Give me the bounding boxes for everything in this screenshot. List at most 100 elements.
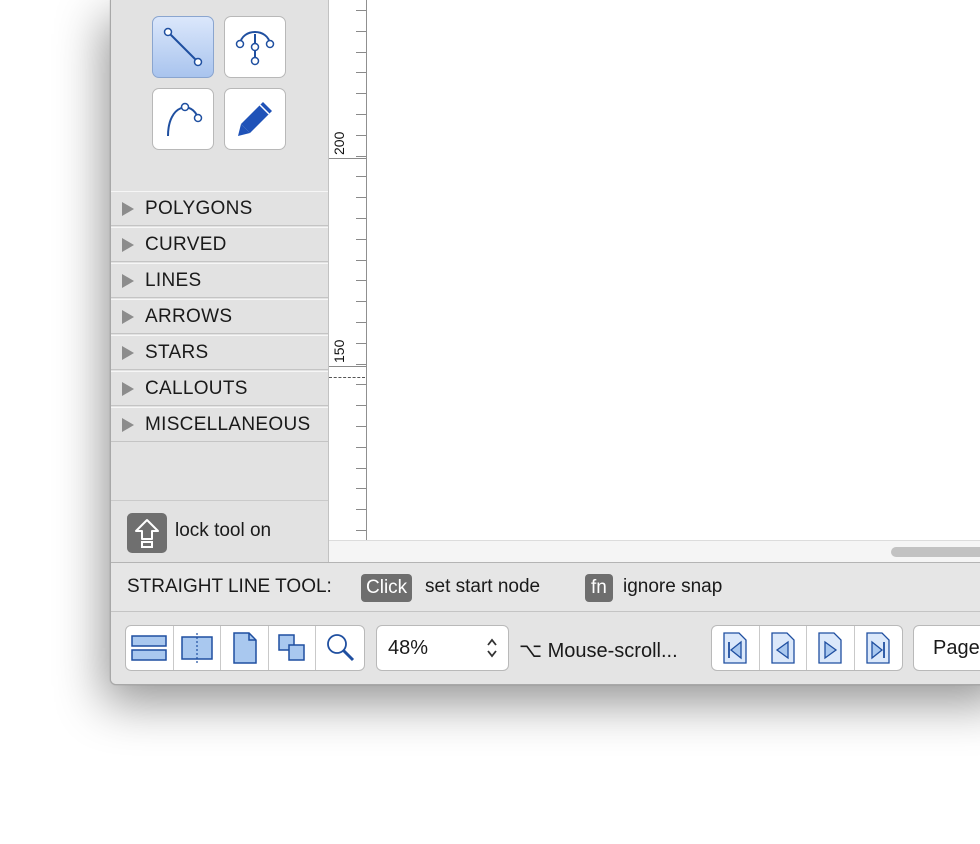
curve-tool-button[interactable] — [152, 88, 214, 150]
ruler-tick — [356, 135, 366, 136]
ruler-label: 200 — [331, 131, 347, 155]
overlap-pages-button[interactable] — [269, 626, 317, 670]
ruler-tick — [356, 239, 366, 240]
page-selector[interactable]: Page — [913, 625, 980, 671]
category-arrows[interactable]: ARROWS — [111, 299, 328, 334]
ruler-tick — [356, 468, 366, 469]
ruler-tick — [356, 488, 366, 489]
ruler-tick — [356, 509, 366, 510]
page-icon — [232, 632, 257, 664]
single-page-view-icon — [131, 635, 168, 661]
ruler-tick — [356, 52, 366, 53]
ruler-tick — [356, 176, 366, 177]
magnifier-icon — [327, 634, 355, 662]
straight-line-icon — [163, 27, 203, 67]
page-label: Page — [933, 637, 980, 659]
cursor-guide-line — [329, 377, 365, 378]
shift-key-icon — [127, 513, 167, 553]
ruler-tick — [356, 447, 366, 448]
page-view-button[interactable] — [221, 626, 269, 670]
bezier-node-tool-button[interactable] — [224, 16, 286, 78]
ruler-tick — [356, 93, 366, 94]
disclosure-triangle-icon — [122, 381, 134, 396]
category-callouts[interactable]: CALLOUTS — [111, 371, 328, 406]
last-page-button[interactable] — [855, 626, 902, 670]
category-label: STARS — [145, 341, 209, 363]
ruler-tick — [356, 301, 366, 302]
pencil-icon — [238, 102, 272, 136]
drawing-canvas[interactable] — [367, 0, 980, 540]
lock-tool-toggle[interactable]: lock tool on — [111, 500, 328, 562]
page-navigation-control — [711, 625, 903, 671]
fn-action-text: ignore snap — [623, 576, 723, 597]
lock-tool-label: lock tool on — [175, 520, 272, 541]
category-label: CALLOUTS — [145, 377, 248, 399]
mouse-scroll-hint: ⌥ Mouse-scroll... — [519, 640, 678, 662]
ruler-tick — [356, 343, 366, 344]
category-miscellaneous[interactable]: MISCELLANEOUS — [111, 407, 328, 442]
category-label: LINES — [145, 269, 202, 291]
ruler-tick — [356, 156, 366, 157]
ruler-major-tick — [329, 366, 366, 367]
magnifier-button[interactable] — [316, 626, 364, 670]
two-page-view-button[interactable] — [174, 626, 222, 670]
curve-icon — [167, 102, 203, 137]
two-page-view-icon — [181, 633, 213, 663]
category-label: ARROWS — [145, 305, 233, 327]
horizontal-scrollbar[interactable] — [329, 540, 980, 563]
category-curved[interactable]: CURVED — [111, 227, 328, 262]
straight-line-tool-button[interactable] — [152, 16, 214, 78]
single-page-view-button[interactable] — [126, 626, 174, 670]
fn-keycap: fn — [585, 574, 613, 602]
ruler-tick — [356, 72, 366, 73]
disclosure-triangle-icon — [122, 345, 134, 360]
click-action-text: set start node — [425, 576, 541, 597]
tools-sidebar: POLYGONS CURVED LINES ARROWS STARS CALLO… — [111, 0, 329, 562]
ruler-label: 150 — [331, 339, 347, 363]
category-polygons[interactable]: POLYGONS — [111, 191, 328, 226]
disclosure-triangle-icon — [122, 417, 134, 432]
click-keycap: Click — [361, 574, 413, 602]
first-page-button[interactable] — [712, 626, 760, 670]
category-lines[interactable]: LINES — [111, 263, 328, 298]
first-page-icon — [723, 632, 747, 664]
ruler-tick — [356, 260, 366, 261]
overlap-pages-icon — [278, 634, 305, 661]
category-label: MISCELLANEOUS — [145, 413, 311, 435]
ruler-tick — [356, 197, 366, 198]
category-stars[interactable]: STARS — [111, 335, 328, 370]
next-page-button[interactable] — [807, 626, 855, 670]
zoom-level-stepper[interactable]: 48% — [376, 625, 509, 671]
tool-name: STRAIGHT LINE TOOL: — [127, 576, 332, 597]
vertical-ruler: 200 150 — [329, 0, 367, 540]
category-label: CURVED — [145, 233, 227, 255]
scrollbar-thumb[interactable] — [891, 547, 980, 557]
ruler-tick — [356, 218, 366, 219]
disclosure-triangle-icon — [122, 201, 134, 216]
previous-page-icon — [771, 632, 795, 664]
last-page-icon — [866, 632, 890, 664]
next-page-icon — [818, 632, 842, 664]
app-window: POLYGONS CURVED LINES ARROWS STARS CALLO… — [110, 0, 980, 685]
stepper-arrows-icon[interactable] — [486, 636, 498, 660]
previous-page-button[interactable] — [760, 626, 807, 670]
pencil-tool-button[interactable] — [224, 88, 286, 150]
ruler-tick — [356, 280, 366, 281]
zoom-value: 48% — [388, 637, 429, 659]
ruler-tick — [356, 31, 366, 32]
ruler-tick — [356, 322, 366, 323]
disclosure-triangle-icon — [122, 237, 134, 252]
ruler-tick — [356, 384, 366, 385]
disclosure-triangle-icon — [122, 273, 134, 288]
bezier-node-icon — [235, 31, 275, 66]
disclosure-triangle-icon — [122, 309, 134, 324]
bottom-toolbar: 48% ⌥ Mouse-scroll... Page — [111, 612, 980, 684]
ruler-tick — [356, 10, 366, 11]
tool-hint-bar: STRAIGHT LINE TOOL: Click set start node… — [111, 562, 980, 612]
ruler-tick — [356, 114, 366, 115]
view-mode-segmented-control — [125, 625, 365, 671]
ruler-major-tick — [329, 158, 366, 159]
ruler-tick — [356, 426, 366, 427]
ruler-tick — [356, 530, 366, 531]
ruler-tick — [356, 405, 366, 406]
